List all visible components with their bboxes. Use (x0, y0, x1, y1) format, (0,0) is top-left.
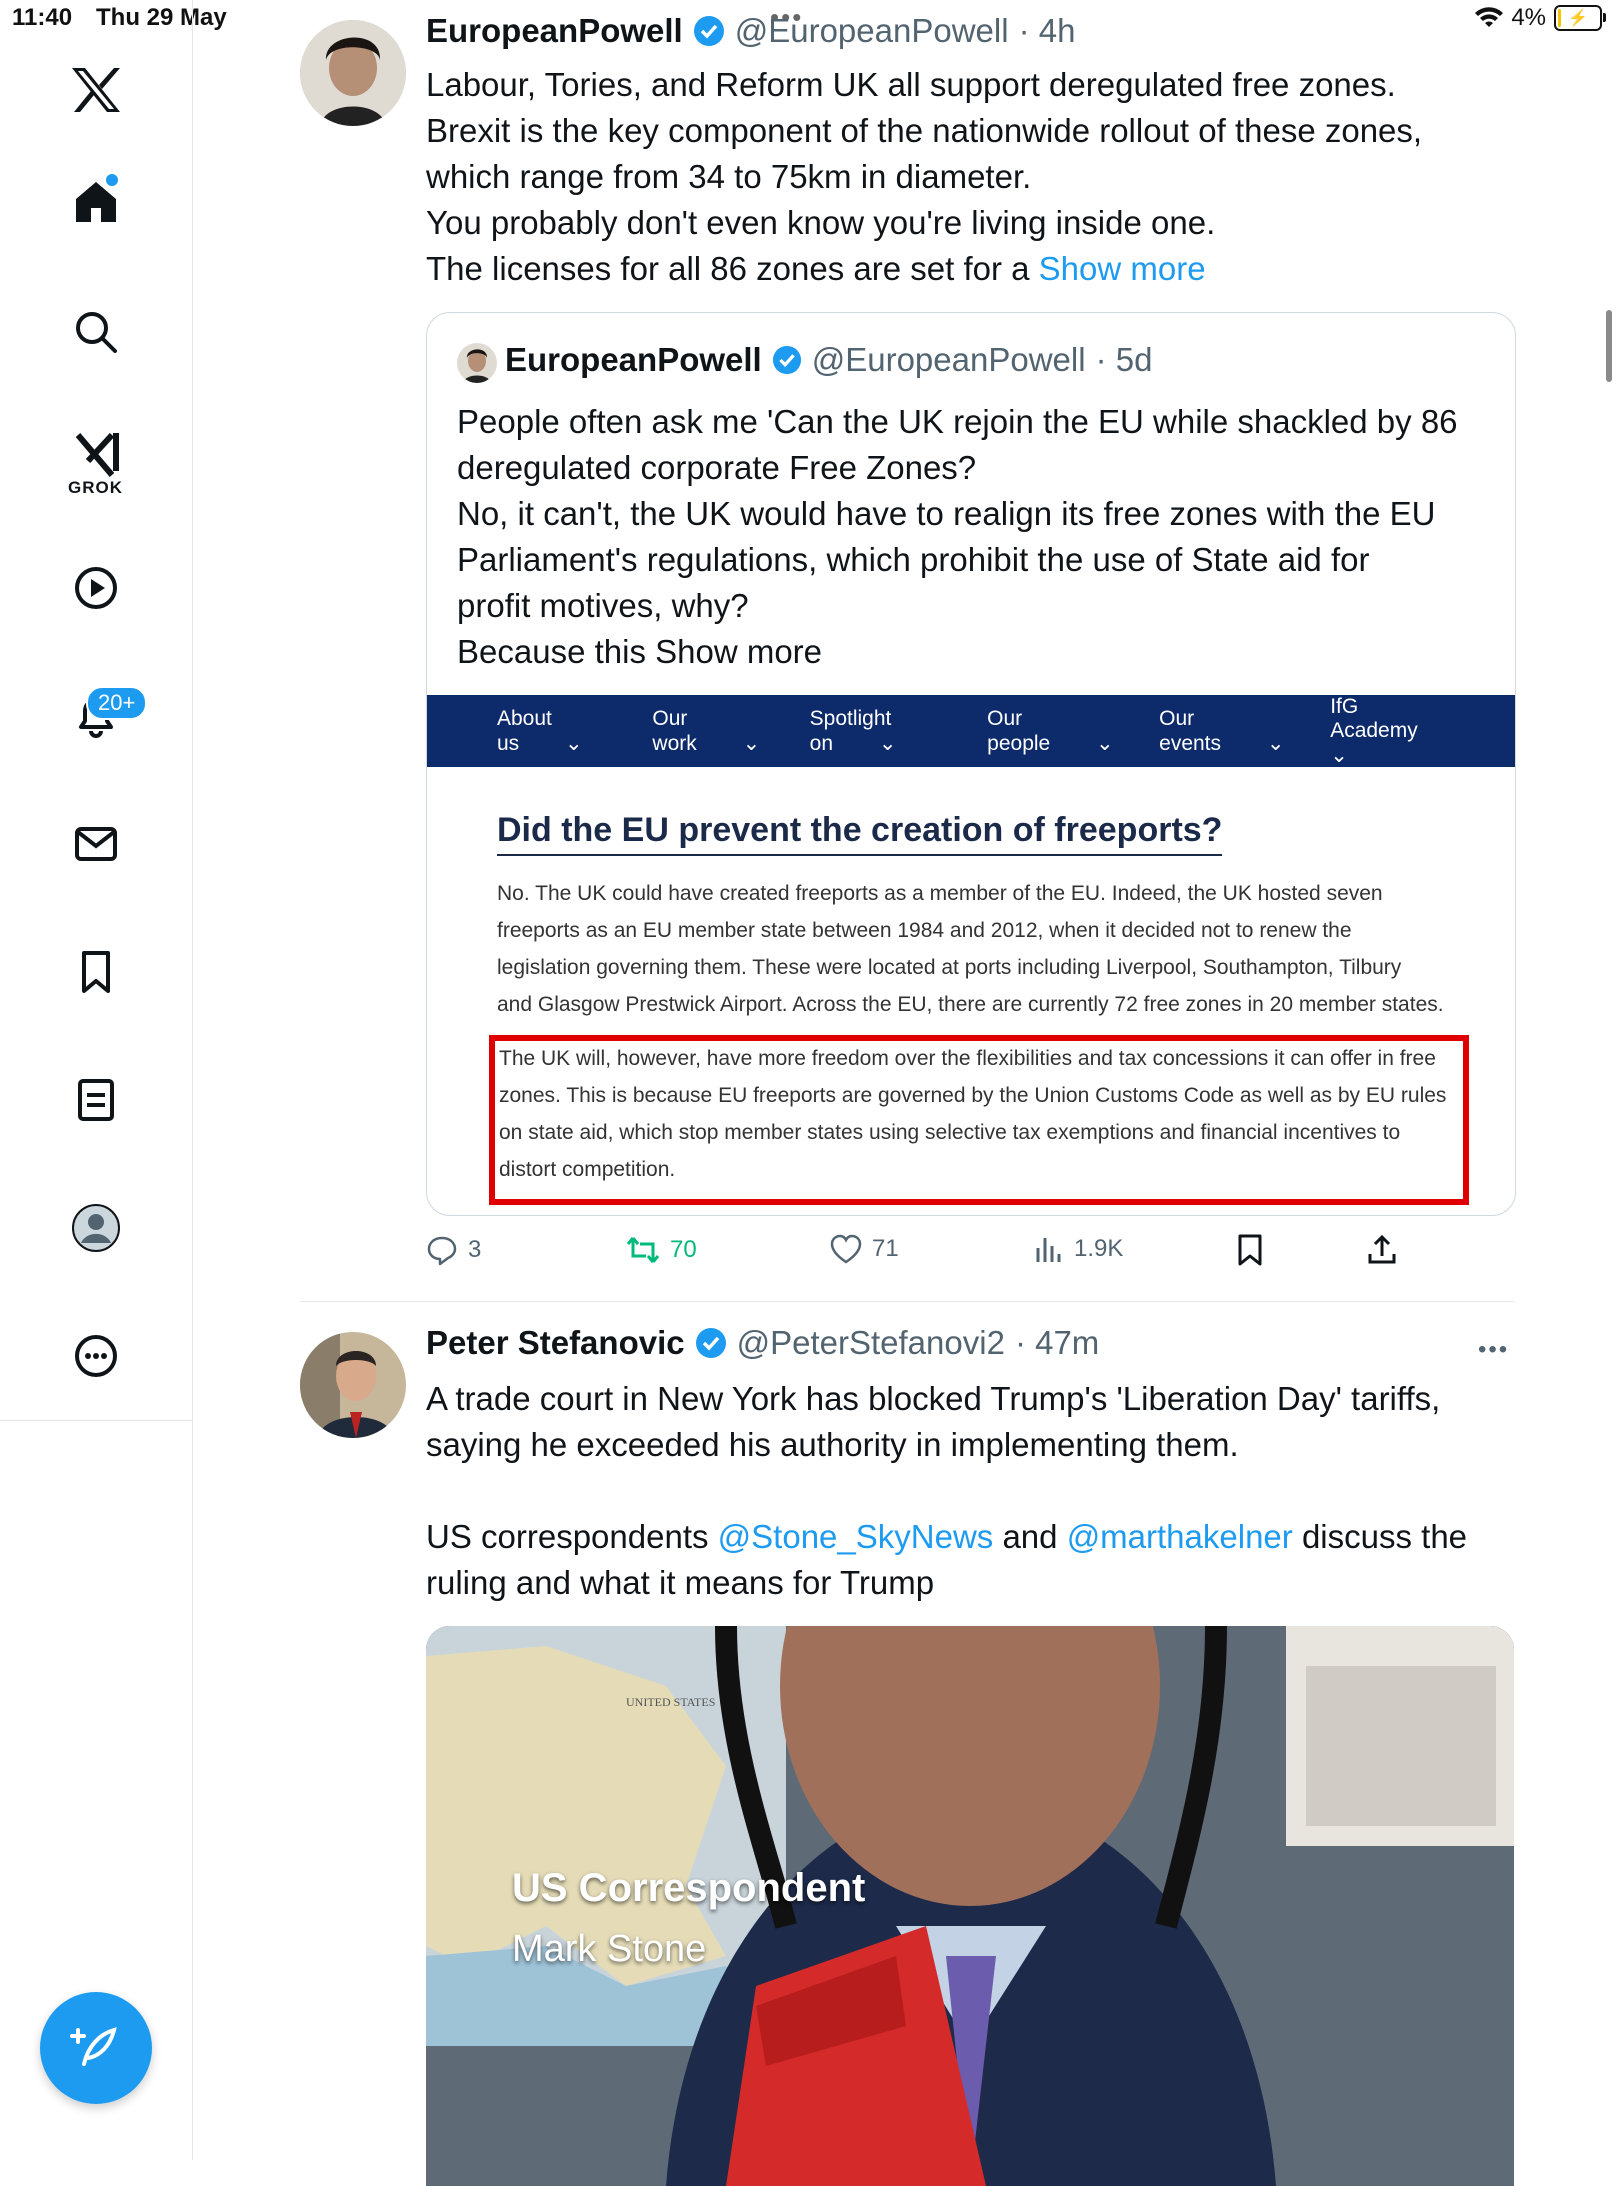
ifg-nav-item: Spotlight on ⌄ (809, 706, 897, 755)
para-line: freeports as an EU member state between … (497, 919, 1352, 942)
mention-link[interactable]: @Stone_SkyNews (718, 1518, 994, 1555)
post-divider (300, 1301, 1514, 1302)
like-button[interactable]: 71 (830, 1234, 899, 1264)
status-indicators: 4% ⚡ (1475, 4, 1606, 32)
ifg-paragraph-1: No. The UK could have created freeports … (497, 875, 1477, 1023)
author-handle[interactable]: @PeterStefanovi2 (737, 1324, 1005, 1362)
text-line: People often ask me 'Can the UK rejoin t… (457, 403, 1458, 440)
quoted-author-avatar (457, 343, 497, 383)
video-caption-title: US Correspondent (512, 1866, 866, 1910)
quoted-author-handle: @EuropeanPowell (811, 341, 1086, 378)
ifg-nav-item: About us ⌄ (497, 706, 583, 755)
para-line: legislation governing them. These were l… (497, 956, 1402, 979)
author-avatar[interactable] (300, 20, 406, 126)
ifg-nav-item: Our events ⌄ (1159, 706, 1285, 755)
ifg-nav-bar: About us ⌄ Our work ⌄ Spotlight on ⌄ Our… (427, 695, 1515, 767)
ifg-nav-item: Our work ⌄ (652, 706, 761, 755)
verified-badge-icon (772, 345, 801, 375)
views-button[interactable]: 1.9K (1034, 1234, 1123, 1264)
home-notification-dot (106, 174, 118, 186)
like-count: 71 (872, 1235, 899, 1262)
author-name[interactable]: Peter Stefanovic (426, 1324, 685, 1362)
quoted-author-name: EuropeanPowell (505, 341, 762, 378)
views-count: 1.9K (1074, 1235, 1124, 1262)
bookmark-icon (1238, 1234, 1262, 1266)
notifications-badge: 20+ (86, 686, 148, 720)
compose-post-button[interactable] (40, 1992, 152, 2104)
text-line: A trade court in New York has blocked Tr… (426, 1380, 1441, 1417)
bookmark-button[interactable] (1236, 1234, 1264, 1266)
heart-icon (830, 1234, 862, 1264)
battery-percent: 4% (1511, 4, 1546, 31)
tweet2-text: A trade court in New York has blocked Tr… (426, 1376, 1526, 1606)
text-segment: and (993, 1518, 1067, 1555)
text-line: saying he exceeded his authority in impl… (426, 1426, 1239, 1463)
tweet1-header: EuropeanPowell @EuropeanPowell · 4h (426, 12, 1075, 50)
verified-badge-icon (695, 1328, 726, 1358)
quoted-header: EuropeanPowell @EuropeanPowell · 5d (505, 341, 1152, 379)
show-more-link[interactable]: Show more (1039, 250, 1206, 287)
share-button[interactable] (1366, 1234, 1398, 1266)
wifi-icon (1475, 7, 1504, 28)
para-line: and Glasgow Prestwick Airport. Across th… (497, 993, 1444, 1016)
grok-label: GROK (68, 478, 123, 497)
home-icon[interactable] (60, 166, 132, 238)
text-line: Parliament's regulations, which prohibit… (457, 541, 1370, 578)
para-line: No. The UK could have created freeports … (497, 882, 1383, 905)
more-options-icon[interactable] (60, 1320, 132, 1392)
author-name[interactable]: EuropeanPowell (426, 12, 683, 50)
post-time[interactable]: · 47m (1015, 1324, 1099, 1362)
messages-envelope-icon[interactable] (60, 808, 132, 880)
tweet2-header: Peter Stefanovic @PeterStefanovi2 · 47m (426, 1324, 1099, 1362)
repost-icon (626, 1237, 660, 1263)
lists-icon[interactable] (60, 1064, 132, 1136)
battery-icon: ⚡ (1554, 5, 1606, 31)
text-line: ruling and what it means for Trump (426, 1564, 935, 1601)
text-line: deregulated corporate Free Zones? (457, 449, 977, 486)
red-highlight-box (489, 1035, 1469, 1205)
ifg-heading: Did the EU prevent the creation of freep… (497, 811, 1223, 856)
text-line: profit motives, why? (457, 587, 749, 624)
text-line: No, it can't, the UK would have to reali… (457, 495, 1436, 532)
text-line: The licenses for all 86 zones are set fo… (426, 250, 1039, 287)
map-label: UNITED STATES (626, 1695, 715, 1709)
author-avatar[interactable] (300, 1332, 406, 1438)
text-segment: US correspondents (426, 1518, 718, 1555)
x-logo-icon[interactable] (60, 54, 132, 126)
reply-icon (427, 1236, 457, 1266)
text-line: Brexit is the key component of the natio… (426, 112, 1423, 149)
sidebar-divider (0, 1420, 192, 1421)
text-segment: discuss the (1292, 1518, 1468, 1555)
post-time[interactable]: · 4h (1019, 12, 1076, 50)
scrollbar-thumb[interactable] (1606, 310, 1612, 382)
video-player[interactable]: UNITED STATES US Correspondent Mark Ston… (426, 1626, 1514, 2186)
search-icon[interactable] (60, 296, 132, 368)
text-line: Because this Show more (457, 633, 823, 670)
mention-link[interactable]: @marthakelner (1067, 1518, 1293, 1555)
text-line: which range from 34 to 75km in diameter. (426, 158, 1032, 195)
reply-count: 3 (468, 1236, 482, 1263)
post-more-options-icon[interactable]: ••• (1478, 1336, 1509, 1364)
quoted-post-card[interactable]: EuropeanPowell @EuropeanPowell · 5d Peop… (426, 312, 1516, 1216)
video-play-icon[interactable] (60, 552, 132, 624)
repost-count: 70 (670, 1236, 697, 1263)
ifg-nav-item: Our people ⌄ (987, 706, 1114, 755)
reply-button[interactable]: 3 (426, 1234, 481, 1266)
profile-avatar-icon[interactable] (60, 1192, 132, 1264)
text-line: You probably don't even know you're livi… (426, 204, 1216, 241)
text-line: Labour, Tories, and Reform UK all suppor… (426, 66, 1396, 103)
video-caption-name: Mark Stone (512, 1928, 707, 1970)
repost-button[interactable]: 70 (626, 1234, 697, 1266)
share-icon (1368, 1234, 1396, 1264)
quoted-text: People often ask me 'Can the UK rejoin t… (457, 399, 1497, 675)
tweet1-text: Labour, Tories, and Reform UK all suppor… (426, 62, 1526, 292)
author-handle[interactable]: @EuropeanPowell (735, 12, 1009, 50)
verified-badge-icon (693, 16, 724, 46)
ifg-nav-item: IfG Academy ⌄ (1330, 694, 1418, 767)
views-bar-chart-icon (1036, 1238, 1061, 1262)
sidebar-border (192, 1420, 193, 2160)
bookmarks-icon[interactable] (60, 936, 132, 1008)
quoted-post-time: · 5d (1095, 341, 1153, 378)
compose-feather-icon (70, 2027, 117, 2066)
